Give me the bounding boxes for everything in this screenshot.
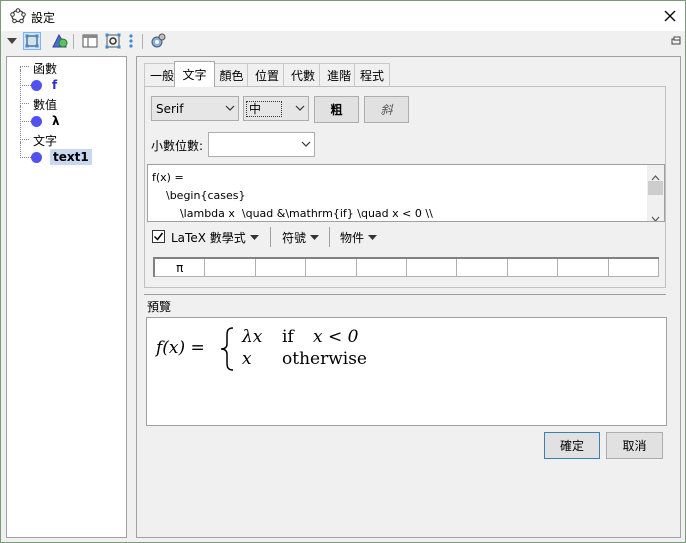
- objects-menu[interactable]: 物件: [340, 229, 378, 246]
- cancel-button[interactable]: 取消: [606, 432, 663, 459]
- scroll-thumb[interactable]: [648, 181, 663, 195]
- preview-row1-rel: x < 0: [313, 327, 359, 347]
- decimal-places-label: 小數位數:: [151, 139, 204, 153]
- settings-grid-icon[interactable]: [104, 32, 122, 50]
- tree-group-numbers[interactable]: 數值: [33, 96, 57, 113]
- editor-scrollbar[interactable]: [647, 165, 664, 221]
- decimal-places-select[interactable]: [208, 132, 315, 157]
- graphics-view-icon[interactable]: [23, 32, 41, 50]
- object-dot-icon: [31, 152, 42, 163]
- symbols-menu[interactable]: 符號: [282, 229, 320, 246]
- symbol-cell[interactable]: π: [155, 259, 206, 277]
- tab-text[interactable]: 文字: [174, 61, 215, 87]
- symbol-table: π: [153, 257, 660, 277]
- font-size-select[interactable]: 中: [243, 96, 309, 121]
- preview-lhs: f(x) =: [156, 338, 205, 358]
- symbol-cell[interactable]: [407, 259, 458, 277]
- tab-advanced[interactable]: 進階: [319, 63, 359, 86]
- chevron-down-icon: [292, 103, 308, 114]
- triangle-down-icon: [249, 235, 259, 240]
- font-size-value: 中: [246, 101, 283, 117]
- italic-button[interactable]: 斜: [364, 96, 409, 123]
- scroll-down-icon[interactable]: [651, 210, 660, 221]
- latex-formula-label: LaTeX 數學式: [171, 231, 246, 245]
- bold-button[interactable]: 粗: [314, 96, 359, 123]
- preview-divider: [144, 294, 666, 295]
- object-tree[interactable]: 函數 f 數值 λ 文字 text1: [6, 56, 127, 538]
- preview-row1-cond: if: [282, 327, 294, 347]
- editor-line: f(x) =: [152, 171, 184, 184]
- symbol-cell[interactable]: [306, 259, 357, 277]
- gear-icon[interactable]: [149, 32, 167, 50]
- title-bar: 設定: [1, 1, 685, 31]
- editor-line: \lambda x \quad &\mathrm{if} \quad x < 0…: [152, 207, 433, 220]
- layout-icon[interactable]: [81, 32, 99, 50]
- object-dot-icon: [31, 80, 42, 91]
- undock-icon[interactable]: [667, 32, 685, 50]
- preview-row2-expr: x: [242, 349, 252, 369]
- symbol-cell[interactable]: [205, 259, 256, 277]
- triangle-down-icon[interactable]: [3, 32, 21, 50]
- chevron-down-icon: [298, 139, 314, 150]
- tab-position[interactable]: 位置: [247, 63, 287, 86]
- editor-line: \begin{cases}: [152, 189, 246, 202]
- symbol-cell[interactable]: [507, 259, 559, 277]
- preview-row2-cond: otherwise: [282, 349, 367, 369]
- symbols-label: 符號: [282, 231, 307, 245]
- tab-scripting[interactable]: 程式: [354, 63, 390, 86]
- tree-group-text[interactable]: 文字: [33, 132, 57, 149]
- symbol-cell[interactable]: [457, 259, 508, 277]
- tree-item-f[interactable]: f: [52, 78, 57, 92]
- font-family-select[interactable]: Serif: [151, 96, 239, 121]
- tree-item-lambda[interactable]: λ: [52, 114, 60, 128]
- checkmark-icon: [153, 232, 164, 241]
- text-editor[interactable]: f(x) = \begin{cases} \lambda x \quad &\m…: [147, 164, 665, 222]
- chevron-down-icon: [222, 103, 238, 114]
- triangle-down-icon: [368, 235, 378, 240]
- preview-row1-expr: λx: [242, 327, 263, 347]
- preview-box: f(x) = λx if x < 0 x otherwise: [146, 317, 667, 426]
- preview-label: 預覽: [147, 300, 172, 314]
- left-brace: [219, 326, 235, 375]
- object-dot-icon: [31, 116, 42, 127]
- symbol-cell[interactable]: [608, 259, 660, 277]
- close-icon[interactable]: [662, 8, 678, 24]
- ok-button[interactable]: 確定: [544, 432, 600, 459]
- triangle-down-icon: [310, 235, 320, 240]
- symbol-cell[interactable]: [558, 259, 609, 277]
- latex-formula-menu[interactable]: LaTeX 數學式: [171, 229, 259, 246]
- tab-color[interactable]: 顏色: [212, 63, 251, 86]
- latex-checkbox[interactable]: [152, 230, 165, 243]
- tree-group-functions[interactable]: 函數: [33, 60, 57, 77]
- more-vertical-icon[interactable]: [126, 32, 136, 50]
- objects-label: 物件: [340, 231, 365, 245]
- geogebra-logo-icon: [10, 8, 26, 24]
- symbol-cell[interactable]: [356, 259, 408, 277]
- font-family-value: Serif: [156, 101, 184, 116]
- symbol-cell[interactable]: [255, 259, 307, 277]
- tab-algebra[interactable]: 代數: [283, 63, 323, 86]
- toolbar: [1, 31, 685, 51]
- tree-item-text1[interactable]: text1: [50, 149, 92, 165]
- algebra-view-icon[interactable]: [51, 32, 69, 50]
- window-title: 設定: [31, 11, 56, 25]
